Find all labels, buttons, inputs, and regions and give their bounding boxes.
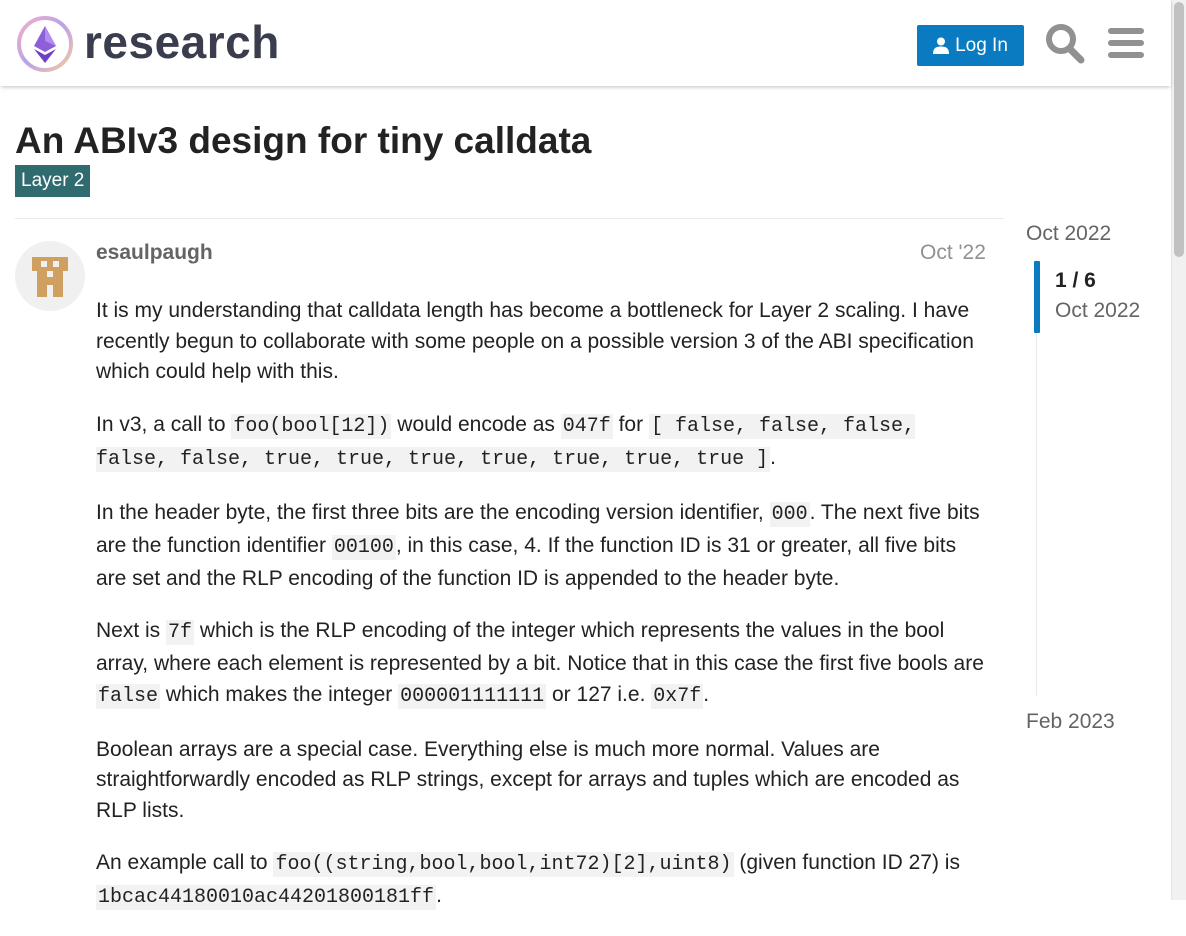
post-paragraph: In v3, a call to foo(bool[12]) would enc…	[96, 412, 915, 472]
inline-code: 00100	[331, 534, 396, 560]
timeline-end-date[interactable]: Feb 2023	[1026, 709, 1115, 735]
page-scrollbar[interactable]	[1171, 0, 1186, 900]
inline-code: 0x7f	[651, 683, 704, 709]
site-header: research Log In	[0, 0, 1171, 86]
login-label: Log In	[955, 34, 1008, 56]
post-paragraph: In the header byte, the first three bits…	[96, 500, 980, 590]
inline-code: false	[96, 683, 161, 709]
site-name[interactable]: research	[84, 14, 280, 70]
post-paragraph: It is my understanding that calldata len…	[96, 299, 974, 383]
timeline-post-counter: 1 / 6	[1055, 269, 1096, 292]
login-button[interactable]: Log In	[917, 25, 1024, 66]
inline-code: 000001111111	[398, 683, 547, 709]
post-paragraph: Boolean arrays are a special case. Every…	[96, 737, 960, 822]
inline-code: foo((string,bool,bool,int72)[2],uint8)	[273, 852, 734, 877]
inline-code: 1bcac44180010ac44201800181ff	[96, 885, 437, 910]
category-badge[interactable]: Layer 2	[15, 165, 91, 197]
avatar-image	[15, 241, 85, 311]
hamburger-menu-icon[interactable]	[1106, 22, 1146, 64]
post-body: It is my understanding that calldata len…	[96, 296, 991, 936]
timeline-scroll-handle[interactable]	[1034, 261, 1040, 333]
title-divider	[15, 218, 1004, 219]
post-username[interactable]: esaulpaugh	[96, 240, 213, 266]
research-logo-icon[interactable]	[16, 15, 74, 73]
user-icon	[933, 37, 950, 54]
scrollbar-thumb[interactable]	[1174, 2, 1184, 257]
inline-code: foo(bool[12])	[231, 413, 392, 439]
avatar[interactable]	[15, 241, 85, 311]
timeline-start-date[interactable]: Oct 2022	[1026, 221, 1111, 247]
inline-code: 000	[769, 501, 810, 527]
timeline-current-date: Oct 2022	[1055, 299, 1141, 322]
post-paragraph: An example call to foo((string,bool,bool…	[96, 851, 960, 910]
topic-title[interactable]: An ABIv3 design for tiny calldata	[15, 117, 591, 165]
post-date[interactable]: Oct '22	[920, 240, 986, 266]
search-icon[interactable]	[1045, 22, 1085, 64]
inline-code: 7f	[166, 620, 195, 645]
post-paragraph: Next is 7f which is the RLP encoding of …	[96, 619, 984, 709]
inline-code: 047f	[560, 413, 613, 439]
